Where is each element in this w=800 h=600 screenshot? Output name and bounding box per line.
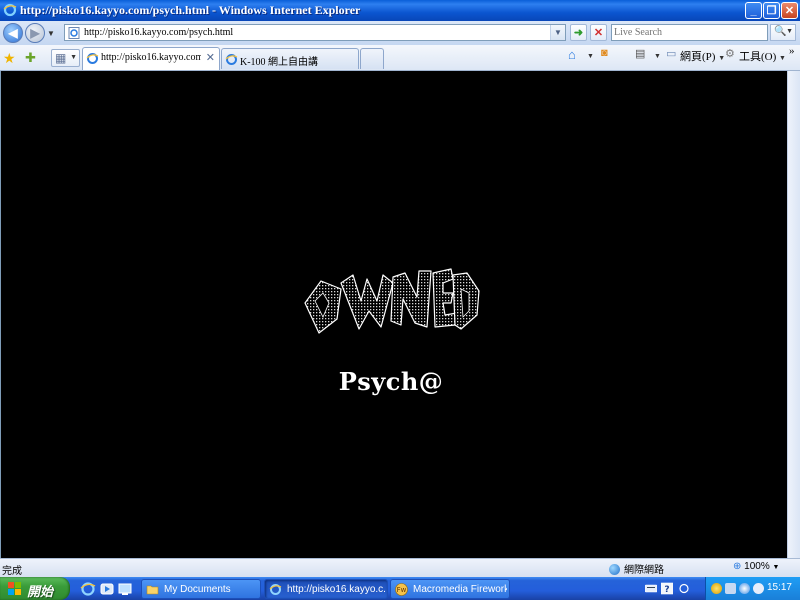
forward-button[interactable]: ▶ (25, 23, 45, 43)
page-icon: ▭ (666, 48, 677, 60)
favorites-star-icon[interactable]: ★ (3, 50, 16, 67)
search-options-dropdown[interactable]: ▼ (786, 28, 793, 35)
clock[interactable]: 15:17 (767, 582, 792, 593)
page-ie-icon (68, 27, 80, 39)
help-icon[interactable]: ? (661, 582, 673, 595)
close-icon: ✕ (784, 5, 795, 17)
quicklaunch-media-icon[interactable] (99, 581, 115, 597)
tab-label: http://pisko16.kayyo.com/... (101, 52, 201, 63)
magnifier-icon: ⊕ (733, 561, 742, 572)
quicklaunch-ie-icon[interactable] (80, 581, 96, 597)
svg-text:Fw: Fw (397, 586, 407, 594)
tab-psych[interactable]: http://pisko16.kayyo.com/... ✕ (82, 47, 220, 70)
search-box[interactable] (611, 24, 768, 41)
tab-close-icon[interactable]: ✕ (206, 51, 215, 64)
quick-tabs-button[interactable]: ▦ ▼ (51, 49, 80, 67)
tab-row: ★ ✚ ▦▼ http://pisko16.kayyo.com/... ✕ K-… (0, 45, 800, 71)
network-icon[interactable] (739, 583, 750, 594)
arrow-right-icon: ▶ (30, 26, 40, 40)
fireworks-icon: Fw (395, 583, 408, 596)
svg-text:?: ? (664, 585, 669, 595)
gear-icon: ⚙ (725, 48, 735, 60)
magnifier-icon: 🔍 (774, 26, 787, 37)
close-button[interactable]: ✕ (781, 2, 798, 19)
task-label: Macromedia Fireworks... (413, 584, 507, 595)
back-button[interactable]: ◀ (3, 23, 23, 43)
tools-menu-button[interactable]: 工具(O) ▼ (739, 48, 786, 64)
svg-text:OWNED: OWNED (389, 346, 392, 348)
home-icon[interactable]: ⌂ (568, 47, 576, 63)
globe-icon (609, 564, 620, 575)
feeds-icon[interactable]: ◙ (601, 47, 608, 59)
tab-ie-icon (225, 54, 238, 65)
volume-icon[interactable] (753, 583, 764, 594)
quicklaunch-desktop-icon[interactable] (117, 581, 133, 597)
address-url: http://pisko16.kayyo.com/psych.html (84, 27, 234, 38)
folder-icon (146, 585, 159, 595)
windows-flag-icon (8, 582, 21, 595)
start-button[interactable]: 開始 (0, 577, 70, 600)
stop-icon: ✕ (593, 27, 604, 39)
owned-logo: OWNED (304, 268, 480, 348)
task-label: My Documents (164, 584, 231, 595)
maximize-button[interactable]: ❐ (763, 2, 780, 19)
status-bar: 完成 網際網路 ⊕ 100% ▼ (0, 558, 800, 577)
search-input[interactable] (614, 26, 764, 39)
status-text: 完成 (2, 566, 22, 577)
tray-icon-1[interactable] (711, 583, 722, 594)
vertical-scrollbar[interactable] (787, 71, 800, 558)
task-ie-window[interactable]: http://pisko16.kayyo.c... (264, 579, 388, 599)
stop-button[interactable]: ✕ (590, 24, 607, 41)
tray-icon-2[interactable] (725, 583, 736, 594)
tab-label: K-100 網上自由講 (240, 57, 319, 68)
title-bar[interactable]: http://pisko16.kayyo.com/psych.html - Wi… (0, 0, 800, 21)
taskbar: 開始 My Documents http://pisko16.kayyo.c..… (0, 577, 800, 600)
quick-tabs-icon: ▦ (55, 51, 67, 65)
go-button[interactable]: ➜ (570, 24, 587, 41)
print-dropdown[interactable]: ▼ (654, 49, 661, 61)
tab-k100[interactable]: K-100 網上自由講 (221, 48, 359, 69)
page-menu-button[interactable]: 網頁(P) ▼ (680, 48, 725, 64)
tab-ie-icon (86, 53, 99, 64)
security-zone[interactable]: 網際網路 (609, 561, 664, 576)
task-label: http://pisko16.kayyo.c... (287, 584, 385, 595)
minimize-button[interactable]: _ (745, 2, 762, 19)
go-arrow-icon: ➜ (573, 27, 584, 39)
keyboard-icon[interactable] (645, 582, 657, 595)
language-bar-icon[interactable] (678, 582, 690, 595)
system-tray: 15:17 (705, 577, 800, 600)
zoom-level-button[interactable]: ⊕ 100% ▼ (733, 561, 779, 572)
task-ie-icon (269, 584, 282, 595)
address-row: ◀ ▶ ▼ http://pisko16.kayyo.com/psych.htm… (0, 21, 800, 45)
address-field[interactable]: http://pisko16.kayyo.com/psych.html ▼ (64, 24, 566, 41)
print-icon[interactable]: ▤ (635, 47, 645, 60)
new-tab-button[interactable] (360, 48, 384, 69)
add-favorites-icon[interactable]: ✚ (25, 50, 36, 66)
recent-pages-dropdown[interactable]: ▼ (47, 29, 55, 38)
task-fireworks[interactable]: Fw Macromedia Fireworks... (390, 579, 510, 599)
psych-caption: Psych@ (338, 367, 444, 396)
restore-icon: ❐ (766, 5, 777, 17)
arrow-left-icon: ◀ (8, 26, 18, 40)
search-button[interactable]: 🔍 ▼ (770, 24, 796, 41)
home-dropdown[interactable]: ▼ (587, 49, 594, 61)
more-commands-chevron[interactable]: » (789, 45, 795, 57)
window-title: http://pisko16.kayyo.com/psych.html - Wi… (20, 3, 361, 17)
task-my-documents[interactable]: My Documents (141, 579, 261, 599)
minimize-icon: _ (750, 4, 757, 17)
page-content: OWNED Psych@ (0, 71, 787, 558)
tab-list-dropdown[interactable]: ▼ (70, 54, 77, 61)
start-label: 開始 (27, 584, 54, 599)
address-dropdown[interactable]: ▼ (550, 25, 565, 40)
ie-icon (3, 3, 17, 17)
